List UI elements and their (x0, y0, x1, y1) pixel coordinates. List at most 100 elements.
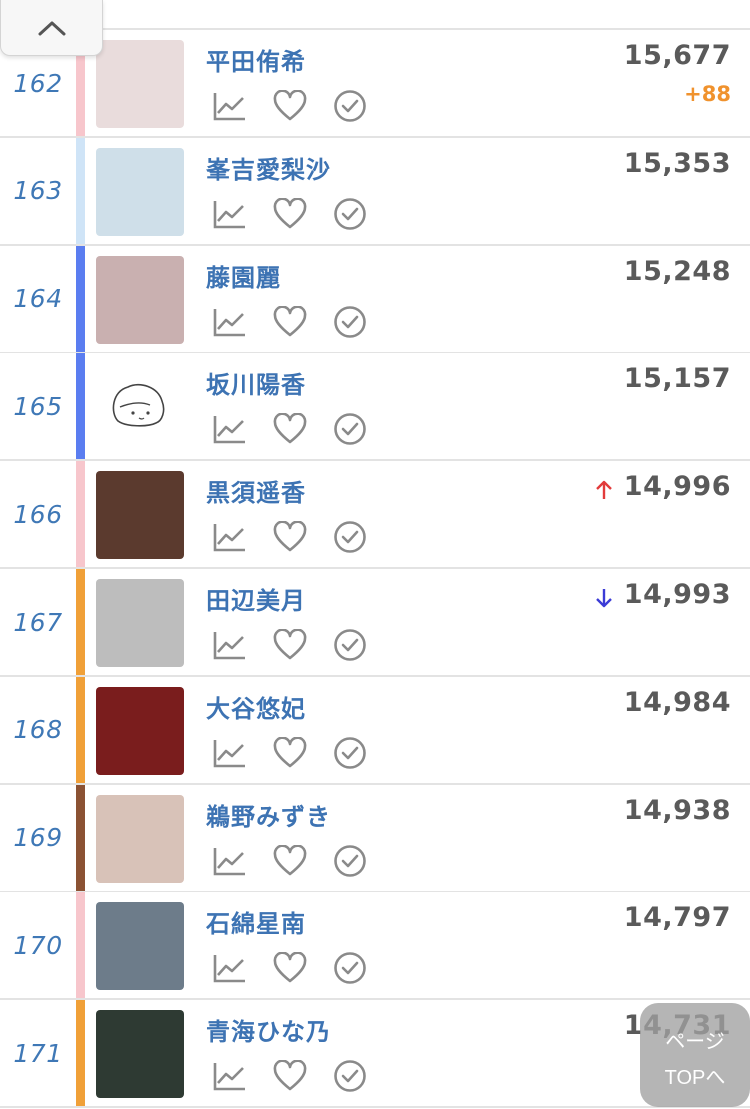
row-actions (212, 950, 368, 986)
heart-icon[interactable] (272, 519, 308, 555)
avatar-photo (96, 40, 184, 128)
chart-icon[interactable] (212, 304, 248, 340)
group-color-stripe (76, 137, 85, 244)
rank-number: 169 (13, 823, 63, 853)
member-name-link[interactable]: 田辺美月 (206, 581, 306, 616)
avatar[interactable] (96, 1010, 184, 1099)
group-color-stripe (76, 784, 85, 891)
avatar[interactable] (96, 471, 184, 560)
check-circle-icon[interactable] (332, 1058, 368, 1094)
rank-number: 171 (13, 1038, 63, 1068)
chart-icon[interactable] (212, 411, 248, 447)
check-circle-icon[interactable] (332, 950, 368, 986)
avatar[interactable] (96, 686, 184, 775)
score-value: 14,797 (623, 902, 731, 934)
heart-icon[interactable] (272, 88, 308, 124)
score-value: 14,993 (623, 579, 731, 610)
list-item[interactable]: 169 鵜野みずき 14,938 (0, 784, 750, 893)
heart-icon[interactable] (272, 304, 308, 340)
check-circle-icon[interactable] (332, 411, 368, 447)
member-name-link[interactable]: 平田侑希 (206, 42, 306, 77)
avatar-photo (96, 902, 184, 991)
row-actions (212, 304, 368, 340)
avatar[interactable] (96, 363, 184, 452)
list-item[interactable]: 162 平田侑希 15,677 +88 (0, 30, 750, 138)
trend-down-icon (596, 589, 612, 608)
heart-icon[interactable] (272, 735, 308, 771)
avatar-photo (96, 147, 184, 236)
member-name-link[interactable]: 大谷悠妃 (206, 689, 306, 724)
check-circle-icon[interactable] (332, 735, 368, 771)
avatar[interactable] (96, 579, 184, 667)
chart-icon[interactable] (212, 1058, 248, 1094)
list-item[interactable]: 167 田辺美月 14,993 (0, 569, 750, 677)
chart-icon[interactable] (212, 196, 248, 232)
page-top-button[interactable]: ページ TOPへ (640, 1003, 750, 1107)
avatar-photo (96, 794, 184, 883)
heart-icon[interactable] (272, 411, 308, 447)
avatar-photo (96, 579, 184, 667)
check-circle-icon[interactable] (332, 843, 368, 879)
score-value: 14,996 (623, 471, 731, 503)
list-item[interactable]: 168 大谷悠妃 14,984 (0, 676, 750, 785)
chart-icon[interactable] (212, 88, 248, 124)
rank-number: 170 (13, 930, 63, 960)
previous-row-partial (0, 0, 750, 30)
list-item[interactable]: 166 黒須遥香 14,996 (0, 461, 750, 570)
chart-icon[interactable] (212, 519, 248, 555)
score-value: 15,353 (623, 147, 731, 179)
check-circle-icon[interactable] (332, 627, 368, 663)
chart-icon[interactable] (212, 843, 248, 879)
score-value: 15,157 (623, 363, 731, 395)
member-name-link[interactable]: 青海ひな乃 (206, 1012, 331, 1047)
row-actions (212, 411, 368, 447)
list-item[interactable]: 163 峯吉愛梨沙 15,353 (0, 137, 750, 246)
list-item[interactable]: 170 石綿星南 14,797 (0, 892, 750, 1001)
heart-icon[interactable] (272, 950, 308, 986)
avatar[interactable] (96, 40, 184, 128)
member-name-link[interactable]: 石綿星南 (206, 904, 306, 939)
member-name-link[interactable]: 黒須遥香 (206, 473, 306, 508)
placeholder-face-icon (112, 384, 165, 427)
heart-icon[interactable] (272, 196, 308, 232)
chart-icon[interactable] (212, 627, 248, 663)
check-circle-icon[interactable] (332, 304, 368, 340)
avatar[interactable] (96, 794, 184, 883)
chart-icon[interactable] (212, 735, 248, 771)
group-color-stripe (76, 892, 85, 999)
member-name-link[interactable]: 鵜野みずき (206, 797, 331, 832)
ranking-list: 162 平田侑希 15,677 +88 163 峯吉愛梨沙 15,353 164… (0, 0, 750, 1109)
avatar[interactable] (96, 255, 184, 344)
row-actions (212, 627, 368, 663)
row-actions (212, 88, 368, 124)
member-name-link[interactable]: 峯吉愛梨沙 (206, 150, 331, 185)
group-color-stripe (76, 1000, 85, 1107)
member-name-link[interactable]: 坂川陽香 (206, 365, 306, 400)
rank-number: 168 (13, 715, 63, 745)
group-color-stripe (76, 676, 85, 783)
chart-icon[interactable] (212, 950, 248, 986)
avatar-photo (96, 1010, 184, 1099)
check-circle-icon[interactable] (332, 196, 368, 232)
collapse-button[interactable] (0, 0, 103, 56)
page-top-label-1: ページ (665, 1031, 725, 1053)
score-delta: +88 (684, 82, 731, 106)
avatar-photo (96, 255, 184, 344)
row-actions (212, 196, 368, 232)
avatar-photo (96, 686, 184, 775)
heart-icon[interactable] (272, 627, 308, 663)
member-name-link[interactable]: 藤園麗 (206, 258, 281, 293)
avatar[interactable] (96, 902, 184, 991)
check-circle-icon[interactable] (332, 88, 368, 124)
heart-icon[interactable] (272, 843, 308, 879)
heart-icon[interactable] (272, 1058, 308, 1094)
trend-up-icon (596, 480, 612, 500)
avatar-photo (96, 471, 184, 560)
list-item[interactable]: 164 藤園麗 15,248 (0, 245, 750, 354)
check-circle-icon[interactable] (332, 519, 368, 555)
list-item[interactable]: 171 青海ひな乃 14,731 (0, 1000, 750, 1109)
page-top-label-2: TOPへ (664, 1067, 726, 1089)
avatar[interactable] (96, 147, 184, 236)
rank-number: 165 (13, 391, 63, 421)
list-item[interactable]: 165 坂川陽香 15,157 (0, 353, 750, 462)
